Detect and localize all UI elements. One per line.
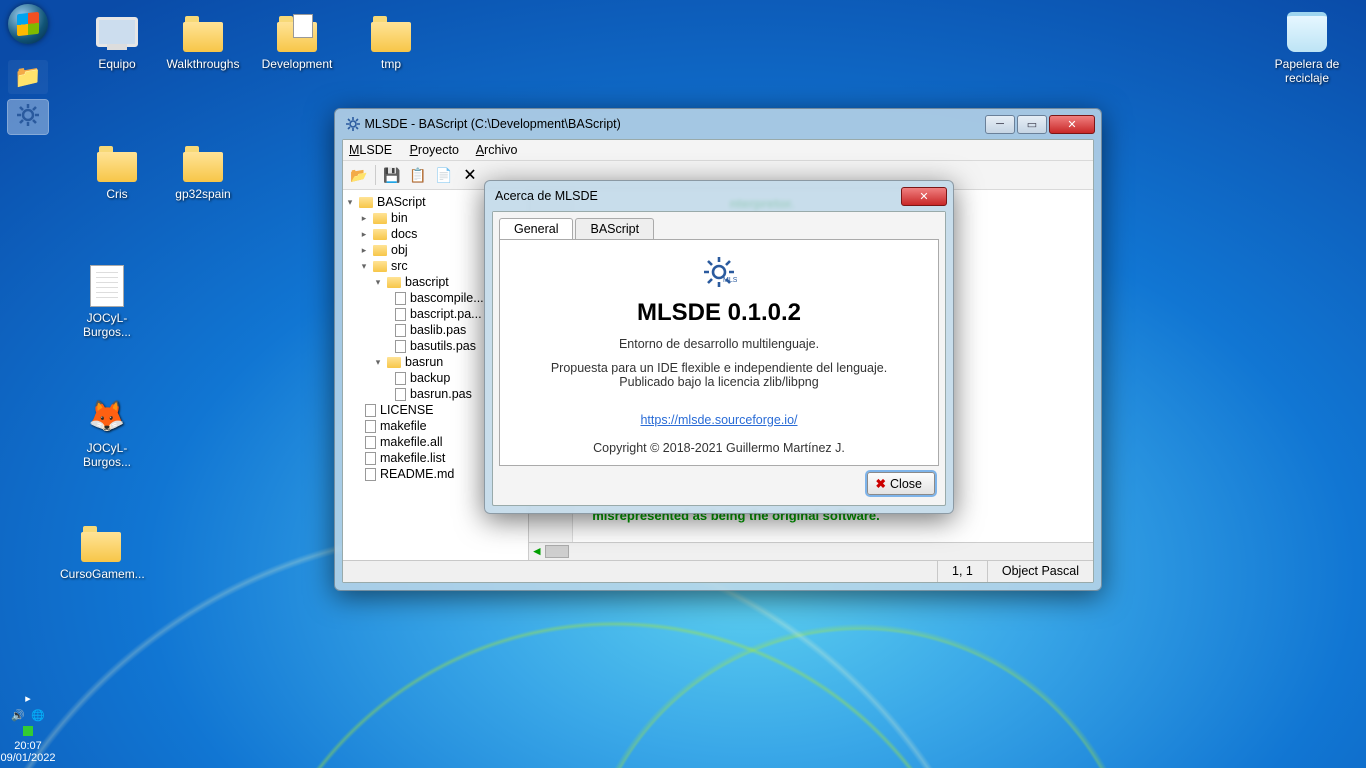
maximize-button[interactable]: ▭ [1017, 115, 1047, 134]
tree-item[interactable]: LICENSE [380, 403, 434, 417]
tool-save-icon[interactable]: 💾 [382, 165, 402, 185]
about-line1: Entorno de desarrollo multilenguaje. [524, 337, 914, 351]
tree-item[interactable]: bin [391, 211, 408, 225]
desktop-icon-gp32spain[interactable]: gp32spain [162, 138, 244, 202]
tree-item[interactable]: makefile.all [380, 435, 443, 449]
desktop-icon-walkthroughs[interactable]: Walkthroughs [162, 8, 244, 72]
titlebar[interactable]: MLSDE - BAScript (C:\Development\BAScrip… [335, 109, 1101, 139]
label: Walkthroughs [162, 58, 244, 72]
tree-item[interactable]: basutils.pas [410, 339, 476, 353]
tree-item[interactable]: backup [410, 371, 450, 385]
tree-item[interactable]: makefile.list [380, 451, 445, 465]
app-icon [345, 116, 361, 132]
about-line2: Propuesta para un IDE flexible e indepen… [524, 361, 914, 375]
label: Cris [76, 188, 158, 202]
close-label: Close [890, 477, 922, 491]
label: gp32spain [162, 188, 244, 202]
menu-archivo[interactable]: Archivo [476, 143, 518, 157]
dialog-close-x[interactable]: ✕ [901, 187, 947, 206]
dialog-titlebar[interactable]: Acerca de MLSDE ✕ [485, 181, 953, 211]
tool-new-icon[interactable]: 📄 [434, 165, 454, 185]
about-heading: MLSDE 0.1.0.2 [524, 299, 914, 327]
close-icon: ✖ [876, 476, 886, 491]
desktop-icon-tmp[interactable]: tmp [350, 8, 432, 72]
desktop-icon-cursogame[interactable]: CursoGamem... [60, 518, 142, 582]
tree-item[interactable]: obj [391, 243, 408, 257]
tray-time[interactable]: 20:07 [0, 740, 56, 752]
statusbar: 1, 1 Object Pascal [343, 560, 1093, 582]
tree-item[interactable]: bascript [405, 275, 449, 289]
tool-copy-icon[interactable]: 📋 [408, 165, 428, 185]
desktop-icon-equipo[interactable]: Equipo [76, 8, 158, 72]
taskbar-explorer[interactable]: 📁 [8, 60, 48, 94]
tool-delete-icon[interactable]: 🗙 [460, 165, 480, 185]
network-icon[interactable]: 🌐 [31, 709, 45, 722]
tab-bascript[interactable]: BAScript [575, 218, 654, 239]
label: JOCyL-Burgos... [66, 312, 148, 340]
tool-open-icon[interactable]: 📂 [349, 165, 369, 185]
tray-date[interactable]: 09/01/2022 [0, 752, 56, 764]
label: tmp [350, 58, 432, 72]
menu-proyecto[interactable]: Proyecto [410, 143, 459, 157]
menu-mlsde[interactable]: MLSDE [349, 143, 392, 157]
menubar: MLSDE Proyecto Archivo [343, 140, 1093, 161]
close-button[interactable]: ✕ [1049, 115, 1095, 134]
tree-item[interactable]: basrun.pas [410, 387, 472, 401]
taskbar: 📁 ▸ 🔊 🌐 20:07 09/01/2022 [0, 0, 56, 768]
desktop-icon-papelera[interactable]: Papelera de reciclaje [1262, 8, 1352, 86]
tree-item[interactable]: bascript.pa... [410, 307, 482, 321]
taskbar-mlsde[interactable] [8, 100, 48, 134]
svg-text:MLS DE: MLS DE [723, 277, 737, 284]
system-tray[interactable]: ▸ 🔊 🌐 20:07 09/01/2022 [0, 688, 56, 768]
about-body: MLS DE MLSDE 0.1.0.2 Entorno de desarrol… [499, 239, 939, 466]
desktop-icon-cris[interactable]: Cris [76, 138, 158, 202]
tree-item[interactable]: src [391, 259, 408, 273]
about-url[interactable]: https://mlsde.sourceforge.io/ [640, 413, 797, 427]
tab-general[interactable]: General [499, 218, 573, 239]
tree-item[interactable]: basrun [405, 355, 443, 369]
status-position: 1, 1 [937, 561, 987, 582]
label: CursoGamem... [60, 568, 142, 582]
tree-item[interactable]: makefile [380, 419, 427, 433]
dialog-title: Acerca de MLSDE [495, 189, 598, 203]
about-copyright: Copyright © 2018-2021 Guillermo Martínez… [524, 441, 914, 455]
tree-item[interactable]: baslib.pas [410, 323, 466, 337]
label: Development [256, 58, 338, 72]
label: Papelera de reciclaje [1262, 58, 1352, 86]
window-title: MLSDE - BAScript (C:\Development\BAScrip… [364, 117, 620, 131]
label: JOCyL-Burgos... [66, 442, 148, 470]
about-line3: Publicado bajo la licencia zlib/libpng [524, 375, 914, 389]
status-language: Object Pascal [987, 561, 1093, 582]
tree-root[interactable]: BAScript [377, 195, 426, 209]
tree-item[interactable]: bascompile... [410, 291, 484, 305]
tree-item[interactable]: docs [391, 227, 417, 241]
start-button[interactable] [8, 4, 48, 44]
volume-icon[interactable]: 🔊 [11, 709, 25, 722]
desktop-icon-development[interactable]: Development [256, 8, 338, 72]
desktop-icon-jocyl-doc[interactable]: JOCyL-Burgos... [66, 262, 148, 340]
horizontal-scrollbar[interactable]: ◂ [529, 542, 1093, 560]
app-logo-icon: MLS DE [701, 254, 737, 290]
label: Equipo [76, 58, 158, 72]
tree-item[interactable]: README.md [380, 467, 454, 481]
desktop-icon-jocyl-ff[interactable]: 🦊JOCyL-Burgos... [66, 392, 148, 470]
about-tabs: General BAScript [493, 212, 945, 239]
minimize-button[interactable]: ─ [985, 115, 1015, 134]
action-center-icon[interactable] [23, 726, 33, 736]
gear-icon [14, 101, 42, 129]
tray-arrow-icon[interactable]: ▸ [25, 692, 31, 705]
close-button[interactable]: ✖ Close [867, 472, 935, 495]
dialog-about: Acerca de MLSDE ✕ General BAScript MLS D… [484, 180, 954, 514]
